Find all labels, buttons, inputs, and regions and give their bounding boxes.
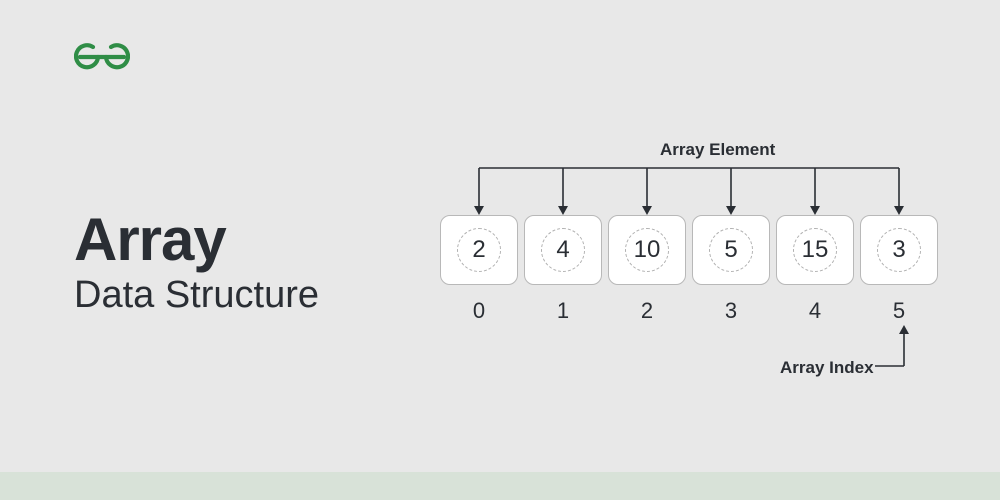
- array-cell: 5: [692, 215, 770, 285]
- array-cells: 2 4 10 5 15 3: [440, 215, 938, 285]
- array-cell: 4: [524, 215, 602, 285]
- cell-value: 15: [793, 228, 837, 272]
- index-value: 1: [524, 298, 602, 324]
- array-cell: 10: [608, 215, 686, 285]
- index-value: 5: [860, 298, 938, 324]
- cell-value: 2: [457, 228, 501, 272]
- array-cell: 15: [776, 215, 854, 285]
- index-value: 3: [692, 298, 770, 324]
- index-arrow: [860, 322, 930, 372]
- cell-value: 4: [541, 228, 585, 272]
- cell-value: 10: [625, 228, 669, 272]
- index-value: 2: [608, 298, 686, 324]
- cell-value: 5: [709, 228, 753, 272]
- element-arrows: [440, 150, 950, 220]
- footer-accent-bar: [0, 472, 1000, 500]
- array-diagram: Array Element 2 4 10 5 15 3 0 1 2: [440, 140, 980, 400]
- title-main: Array: [74, 210, 319, 270]
- array-cell: 2: [440, 215, 518, 285]
- brand-logo: [74, 42, 130, 77]
- title-sub: Data Structure: [74, 274, 319, 317]
- index-value: 4: [776, 298, 854, 324]
- array-cell: 3: [860, 215, 938, 285]
- array-indices: 0 1 2 3 4 5: [440, 298, 938, 324]
- title-block: Array Data Structure: [74, 210, 319, 317]
- cell-value: 3: [877, 228, 921, 272]
- index-value: 0: [440, 298, 518, 324]
